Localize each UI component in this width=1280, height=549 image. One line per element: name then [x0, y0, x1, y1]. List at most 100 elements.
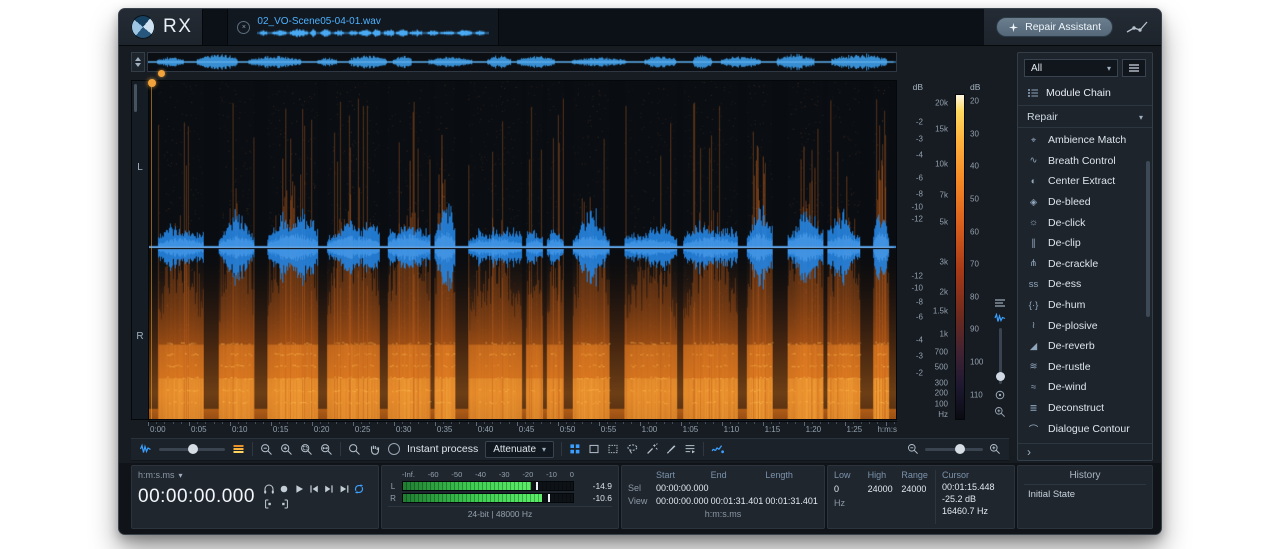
frequency-unit-label: Hz: [938, 410, 948, 419]
spectrogram-display-icon[interactable]: [232, 443, 245, 455]
file-tab[interactable]: × 02_VO-Scene05-04-01.wav: [227, 9, 499, 45]
module-list-view-button[interactable]: [1122, 59, 1146, 77]
play-selection-button[interactable]: [338, 483, 350, 495]
waveform-display-icon[interactable]: [139, 443, 152, 455]
module-item-de-crackle[interactable]: ⋔De-crackle: [1018, 254, 1152, 275]
spectrogram-canvas[interactable]: [149, 81, 896, 419]
selection-in-marker-button[interactable]: [263, 498, 275, 510]
magic-wand-icon[interactable]: [646, 443, 658, 455]
time-select-icon[interactable]: [588, 443, 600, 455]
time-tick: [836, 422, 837, 424]
horizontal-zoom-knob[interactable]: [955, 444, 965, 454]
freq-low-value[interactable]: 0: [834, 484, 868, 494]
frequency-select-icon[interactable]: [607, 443, 619, 455]
record-button[interactable]: [278, 483, 290, 495]
vertical-blend-slider[interactable]: [999, 328, 1002, 384]
module-item-deconstruct[interactable]: ≣Deconstruct: [1018, 398, 1152, 419]
go-to-end-button[interactable]: [323, 483, 335, 495]
module-item-de-hum[interactable]: {·}De-hum: [1018, 295, 1152, 316]
spectrogram-scale-icon[interactable]: [994, 298, 1006, 308]
segment-list-icon[interactable]: [684, 443, 696, 455]
loop-button[interactable]: [353, 483, 365, 495]
module-item-label: De-click: [1048, 217, 1085, 229]
selection-out-marker-button[interactable]: [278, 498, 290, 510]
channel-divider[interactable]: [149, 248, 896, 249]
module-item-dialogue-contour[interactable]: ⌒Dialogue Contour: [1018, 418, 1152, 439]
brush-tool-icon[interactable]: [665, 443, 677, 455]
view-length-value[interactable]: 00:01:31.401: [765, 496, 818, 506]
display-blend-knob[interactable]: [188, 444, 198, 454]
zoom-out-icon[interactable]: [907, 443, 919, 455]
selection-start-value[interactable]: 00:00:00.000: [656, 483, 709, 493]
module-item-de-click[interactable]: ☼De-click: [1018, 212, 1152, 233]
view-start-value[interactable]: 00:00:00.000: [656, 496, 709, 506]
spectral-pen-icon[interactable]: [711, 443, 725, 455]
module-item-breath-control[interactable]: ∿Breath Control: [1018, 151, 1152, 172]
time-tick: [238, 422, 239, 424]
time-ruler[interactable]: h:m:s 0:000:050:100:150:200:250:300:350:…: [148, 421, 897, 434]
vertical-zoom-icon[interactable]: [994, 406, 1006, 418]
channel-scrollbar-thumb[interactable]: [134, 84, 137, 112]
spectrogram-view[interactable]: [148, 80, 897, 420]
instant-process-radio[interactable]: [388, 443, 400, 455]
horizontal-zoom-slider[interactable]: [925, 448, 983, 451]
overview-zoom-widget[interactable]: [131, 52, 145, 72]
waveform-overview[interactable]: [147, 52, 897, 72]
module-item-center-extract[interactable]: ◐Center Extract: [1018, 171, 1152, 192]
playhead-knob[interactable]: [148, 79, 156, 87]
hand-tool-icon[interactable]: [368, 443, 381, 456]
view-end-value[interactable]: 00:01:31.401: [711, 496, 764, 506]
reset-view-icon[interactable]: [994, 389, 1006, 401]
lasso-tool-icon[interactable]: [626, 443, 639, 455]
module-filter-select[interactable]: All ▾: [1024, 59, 1118, 77]
tab-close-icon[interactable]: ×: [237, 21, 250, 34]
module-item-de-ess[interactable]: ssDe-ess: [1018, 274, 1152, 295]
play-button[interactable]: [293, 483, 305, 495]
zoom-selection-icon[interactable]: [300, 443, 313, 456]
display-blend-slider[interactable]: [159, 448, 225, 451]
signal-flow-icon[interactable]: [1125, 19, 1149, 35]
sidebar-scrollbar[interactable]: [1146, 161, 1150, 317]
module-item-label: De-reverb: [1048, 340, 1095, 352]
zoom-out-icon[interactable]: [260, 443, 273, 456]
frequency-scale: Hz 20k15k10k7k5k3k2k1.5k1k70050030020010…: [927, 80, 953, 420]
go-to-start-button[interactable]: [308, 483, 320, 495]
vertical-blend-knob[interactable]: [996, 372, 1005, 381]
module-item-de-clip[interactable]: ∥De-clip: [1018, 233, 1152, 254]
module-chain-item[interactable]: Module Chain: [1018, 82, 1152, 106]
time-display[interactable]: 00:00:00.000: [138, 486, 255, 508]
zoom-in-icon[interactable]: [989, 443, 1001, 455]
sidebar-expand-button[interactable]: ›: [1018, 443, 1152, 460]
selection-length-value[interactable]: [765, 483, 818, 493]
monitor-headphones-button[interactable]: [263, 483, 275, 495]
freq-range-value[interactable]: 24000: [901, 484, 935, 494]
scroll-up-icon[interactable]: [135, 57, 141, 61]
zoom-tool-icon[interactable]: [348, 443, 361, 456]
waveform-scale-icon[interactable]: [994, 313, 1006, 323]
module-item-de-reverb[interactable]: ◢De-reverb: [1018, 336, 1152, 357]
time-frequency-select-icon[interactable]: [569, 443, 581, 455]
zoom-fit-icon[interactable]: [320, 443, 333, 456]
overview-waveform-canvas[interactable]: [148, 53, 896, 71]
time-tick: [820, 422, 821, 424]
time-format-select[interactable]: h:m:s.ms ▾: [138, 470, 372, 480]
zoom-in-icon[interactable]: [280, 443, 293, 456]
module-item-de-bleed[interactable]: ◈De-bleed: [1018, 192, 1152, 213]
module-item-de-wind[interactable]: ≈De-wind: [1018, 377, 1152, 398]
scroll-down-icon[interactable]: [135, 63, 141, 67]
colorbar-tick-label: 60: [970, 227, 979, 236]
repair-assistant-button[interactable]: Repair Assistant: [996, 17, 1113, 37]
process-mode-dropdown[interactable]: Attenuate ▾: [485, 441, 554, 458]
repair-section-header[interactable]: Repair ▾: [1018, 106, 1152, 128]
module-item-de-rustle[interactable]: ≋De-rustle: [1018, 357, 1152, 378]
module-item-de-plosive[interactable]: ≀De-plosive: [1018, 315, 1152, 336]
history-item[interactable]: Initial State: [1024, 485, 1146, 500]
selection-end-value[interactable]: [711, 483, 764, 493]
module-item-ambience-match[interactable]: ⌖Ambience Match: [1018, 130, 1152, 151]
time-tick: [156, 422, 157, 424]
time-tick-label: 0:30: [396, 425, 412, 434]
history-panel: History Initial State: [1017, 465, 1153, 529]
overview-playhead-marker[interactable]: [158, 70, 165, 77]
freq-high-value[interactable]: 24000: [868, 484, 902, 494]
playhead[interactable]: [151, 81, 152, 419]
